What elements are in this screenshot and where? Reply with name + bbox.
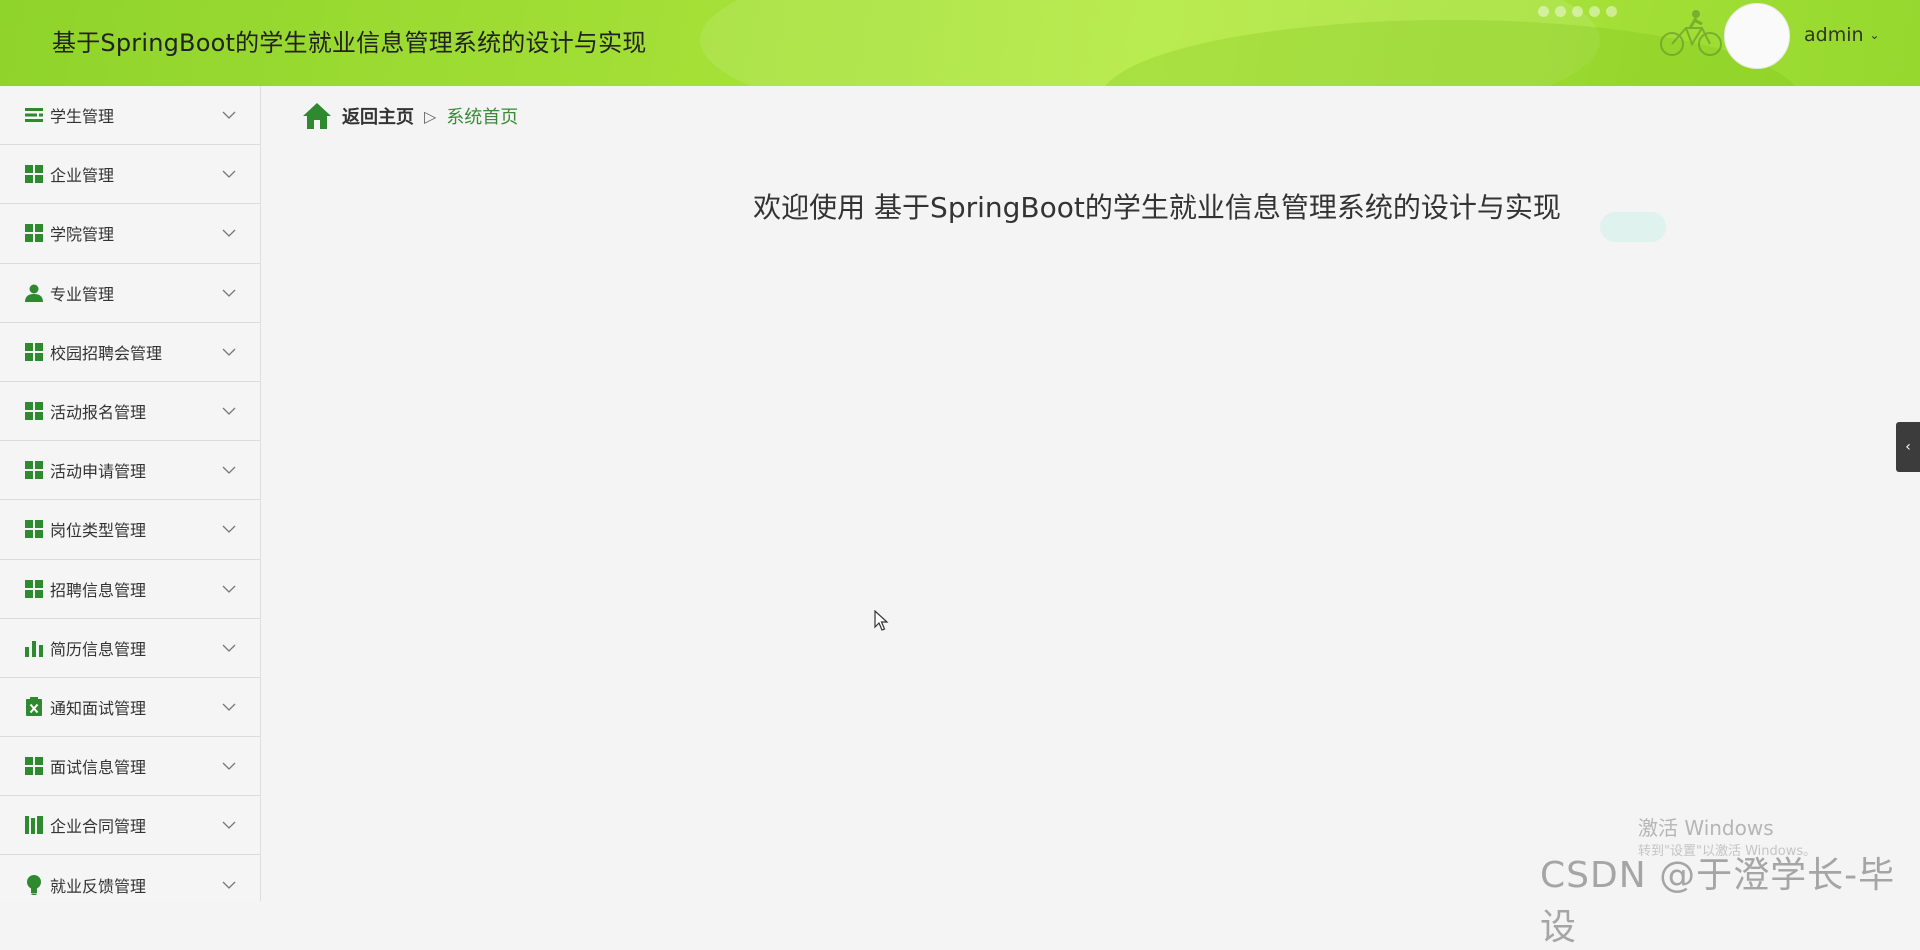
sidebar-item-label: 企业管理 [50, 166, 115, 186]
grid-icon [24, 401, 44, 421]
chevron-down-icon: ⌄ [1869, 28, 1880, 42]
breadcrumb-current: 系统首页 [446, 107, 519, 128]
sidebar-item-label: 活动申请管理 [50, 462, 147, 482]
grid-icon [24, 223, 44, 243]
grid-icon [24, 342, 44, 362]
chevron-down-icon [222, 525, 236, 534]
chevron-left-icon: ‹ [1905, 439, 1911, 455]
chevron-down-icon [222, 644, 236, 652]
sidebar-item-interview-notices[interactable]: 通知面试管理 [0, 677, 260, 738]
csdn-watermark: CSDN @于澄学长-毕设 [1540, 855, 1896, 948]
chevron-down-icon [222, 585, 236, 593]
chevron-down-icon [222, 407, 236, 415]
chevron-down-icon [222, 821, 236, 830]
sidebar-item-label: 面试信息管理 [50, 758, 147, 778]
grid-icon [24, 164, 44, 184]
sidebar-item-label: 企业合同管理 [50, 817, 147, 837]
sidebar-item-label: 学生管理 [50, 107, 115, 127]
header-dots-decoration [1538, 6, 1617, 17]
sidebar-item-students[interactable]: 学生管理 [0, 86, 260, 146]
book-icon [24, 815, 44, 835]
chevron-down-icon [222, 230, 236, 238]
chevron-down-icon [222, 348, 236, 356]
home-icon[interactable] [302, 102, 332, 130]
chevron-down-icon [222, 289, 236, 297]
sidebar-item-label: 通知面试管理 [50, 698, 147, 718]
app-title: 基于SpringBoot的学生就业信息管理系统的设计与实现 [52, 29, 647, 57]
welcome-title: 欢迎使用 基于SpringBoot的学生就业信息管理系统的设计与实现 [753, 191, 1561, 224]
grid-icon [24, 519, 44, 539]
sidebar-item-employment-feedback[interactable]: 就业反馈管理 [0, 855, 260, 901]
sidebar-item-label: 就业反馈管理 [50, 876, 147, 896]
top-header: 基于SpringBoot的学生就业信息管理系统的设计与实现 admin ⌄ [0, 0, 1920, 86]
chevron-down-icon [222, 703, 236, 711]
grid-icon [24, 579, 44, 599]
sidebar-item-resume-info[interactable]: 简历信息管理 [0, 618, 260, 678]
sidebar-item-activity-registration[interactable]: 活动报名管理 [0, 381, 260, 442]
chevron-down-icon [222, 111, 236, 120]
user-name: admin [1804, 24, 1864, 46]
bulb-icon [24, 874, 44, 895]
decorative-blob [1600, 212, 1666, 242]
user-icon [24, 283, 44, 303]
breadcrumb-home-link[interactable]: 返回主页 [342, 103, 414, 129]
sidebar-item-label: 招聘信息管理 [50, 580, 147, 600]
sidebar-item-job-types[interactable]: 岗位类型管理 [0, 500, 260, 560]
windows-activation-watermark: 激活 Windows [1638, 816, 1774, 840]
sidebar-item-label: 专业管理 [50, 284, 115, 304]
sidebar-item-interview-info[interactable]: 面试信息管理 [0, 737, 260, 797]
breadcrumb-separator: ▷ [424, 106, 437, 126]
chevron-down-icon [222, 466, 236, 475]
chevron-down-icon [222, 170, 236, 179]
bicycle-icon [1660, 10, 1722, 56]
sidebar-item-label: 校园招聘会管理 [50, 343, 163, 363]
chevron-down-icon [222, 762, 236, 771]
avatar[interactable] [1724, 3, 1790, 69]
sidebar-item-company-contracts[interactable]: 企业合同管理 [0, 796, 260, 856]
clipboard-x-icon [24, 697, 44, 717]
sidebar-item-majors[interactable]: 专业管理 [0, 263, 260, 323]
sidebar-item-label: 岗位类型管理 [50, 521, 147, 541]
list-icon [24, 105, 44, 125]
chevron-down-icon [222, 881, 236, 889]
sidebar-item-label: 简历信息管理 [50, 639, 147, 659]
grid-icon [24, 460, 44, 480]
breadcrumb: 返回主页 ▷ 系统首页 [302, 102, 518, 130]
sidebar-item-campus-job-fairs[interactable]: 校园招聘会管理 [0, 322, 260, 382]
sidebar-item-label: 活动报名管理 [50, 403, 147, 423]
mouse-cursor-icon [874, 610, 889, 631]
grid-icon [24, 756, 44, 776]
sidebar-item-recruitment-info[interactable]: 招聘信息管理 [0, 559, 260, 619]
sidebar-item-activity-applications[interactable]: 活动申请管理 [0, 441, 260, 501]
user-menu[interactable]: admin ⌄ [1804, 24, 1880, 46]
bar-chart-icon [24, 638, 44, 658]
collapse-panel-button[interactable]: ‹ [1896, 422, 1920, 472]
